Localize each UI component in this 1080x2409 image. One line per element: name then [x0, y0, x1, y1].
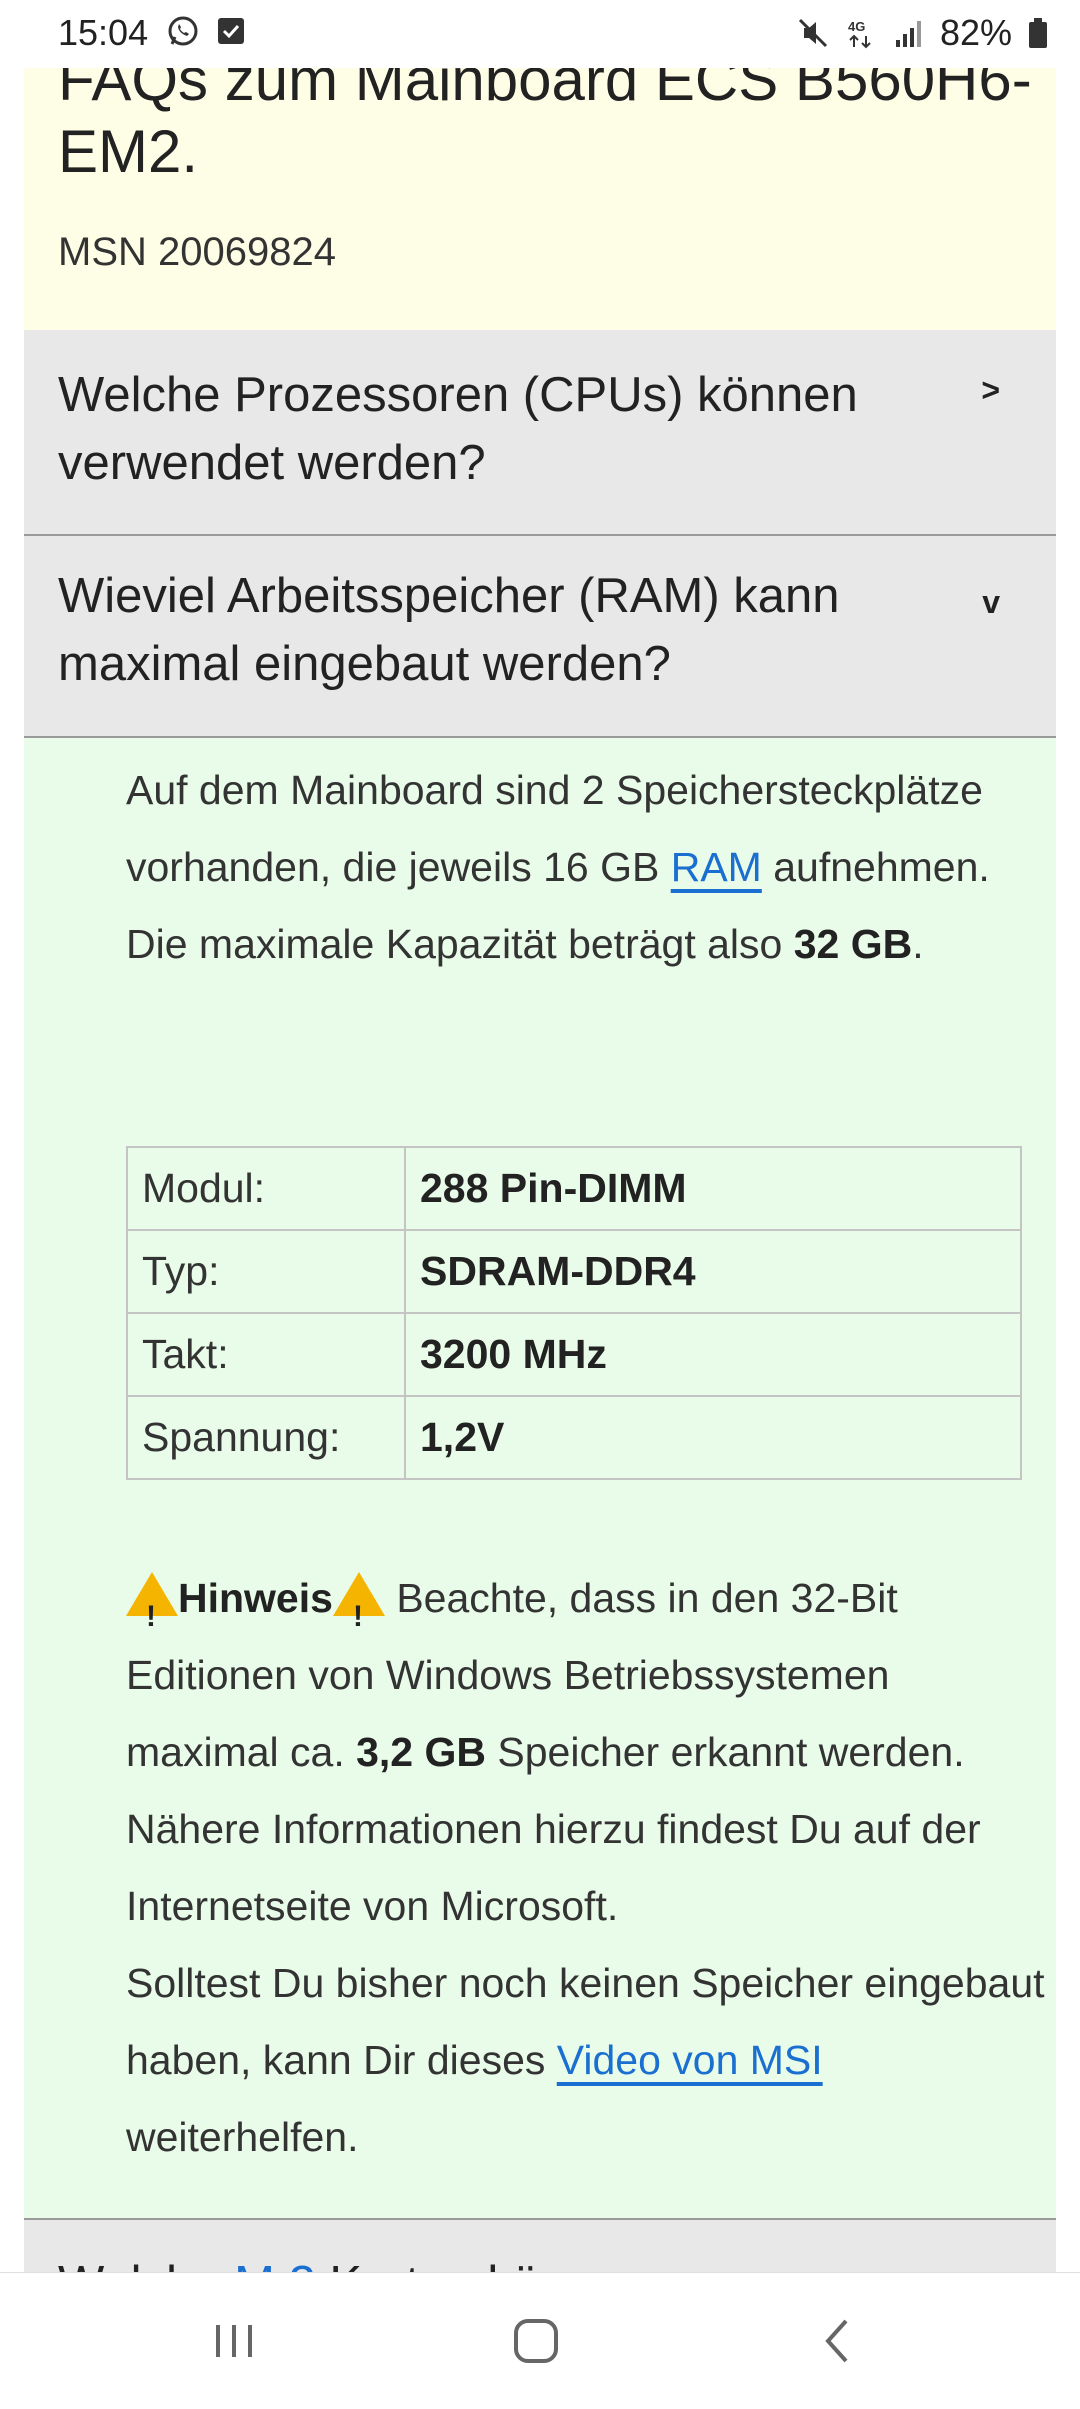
status-system-icons: 4G 82% — [796, 12, 1050, 54]
spec-value: 288 Pin-DIMM — [404, 1146, 1022, 1231]
checkbox-notification-icon — [218, 18, 244, 44]
spec-key: Modul: — [126, 1146, 406, 1231]
faq-question-ram[interactable]: Wieviel Arbeitsspeicher (RAM) kann maxim… — [24, 536, 1056, 738]
msn-number: MSN 20069824 — [58, 230, 336, 274]
home-icon[interactable] — [506, 2311, 566, 2371]
hint-memory-value: 3,2 GB — [356, 1729, 486, 1775]
max-capacity-value: 32 GB — [793, 921, 913, 967]
table-row: Spannung: 1,2V — [126, 1395, 1022, 1480]
recent-apps-icon[interactable] — [204, 2311, 264, 2371]
page-title: FAQs zum Mainboard ECS B560H6-EM2. — [58, 68, 1032, 185]
spec-value: SDRAM-DDR4 — [404, 1229, 1022, 1314]
faq-question-cpu[interactable]: Welche Prozessoren (CPUs) können verwend… — [24, 330, 1056, 536]
signal-icon — [895, 21, 921, 47]
spec-key: Takt: — [126, 1312, 406, 1397]
data-4g-icon: 4G — [848, 19, 871, 49]
faq-content: FAQs zum Mainboard ECS B560H6-EM2. MSN 2… — [24, 68, 1056, 2290]
hint-label: Hinweis — [178, 1575, 333, 1621]
warning-icon — [126, 1572, 178, 1655]
spec-value: 3200 MHz — [404, 1312, 1022, 1397]
table-row: Typ: SDRAM-DDR4 — [126, 1229, 1022, 1314]
svg-text:4G: 4G — [848, 19, 865, 34]
chevron-down-icon: v — [982, 584, 1000, 620]
ram-link[interactable]: RAM — [671, 844, 762, 890]
spec-key: Spannung: — [126, 1395, 406, 1480]
spec-key: Typ: — [126, 1229, 406, 1314]
warning-icon — [332, 1572, 385, 1655]
status-time: 15:04 — [58, 12, 149, 53]
mute-icon — [798, 18, 827, 48]
back-icon[interactable] — [808, 2311, 868, 2371]
chevron-right-icon: > — [981, 372, 1000, 408]
battery-icon — [1029, 18, 1047, 48]
answer-text: . — [912, 921, 924, 967]
faq-question-text: Wieviel Arbeitsspeicher (RAM) kann maxim… — [58, 569, 840, 691]
faq-header: FAQs zum Mainboard ECS B560H6-EM2. MSN 2… — [24, 68, 1056, 330]
faq-question-text: Welche Prozessoren (CPUs) können verwend… — [58, 368, 858, 490]
faq-answer-ram: Auf dem Mainboard sind 2 Speichersteckpl… — [24, 738, 1056, 2218]
system-navigation-bar — [0, 2272, 1080, 2409]
hint-text: weiterhelfen. — [126, 2114, 359, 2160]
whatsapp-icon — [168, 16, 198, 46]
status-bar: 15:04 4G 82% — [0, 0, 1080, 68]
status-notification-icons — [166, 14, 248, 48]
answer-paragraph: Auf dem Mainboard sind 2 Speichersteckpl… — [126, 752, 1046, 983]
table-row: Modul: 288 Pin-DIMM — [126, 1146, 1022, 1231]
battery-percent: 82% — [939, 12, 1012, 53]
ram-spec-table: Modul: 288 Pin-DIMM Typ: SDRAM-DDR4 Takt… — [126, 1146, 1022, 1480]
msi-video-link[interactable]: Video von MSI — [557, 2037, 823, 2083]
hint-paragraph: Hinweis Beachte, dass in den 32-Bit Edit… — [126, 1560, 1046, 2176]
spec-value: 1,2V — [404, 1395, 1022, 1480]
table-row: Takt: 3200 MHz — [126, 1312, 1022, 1397]
